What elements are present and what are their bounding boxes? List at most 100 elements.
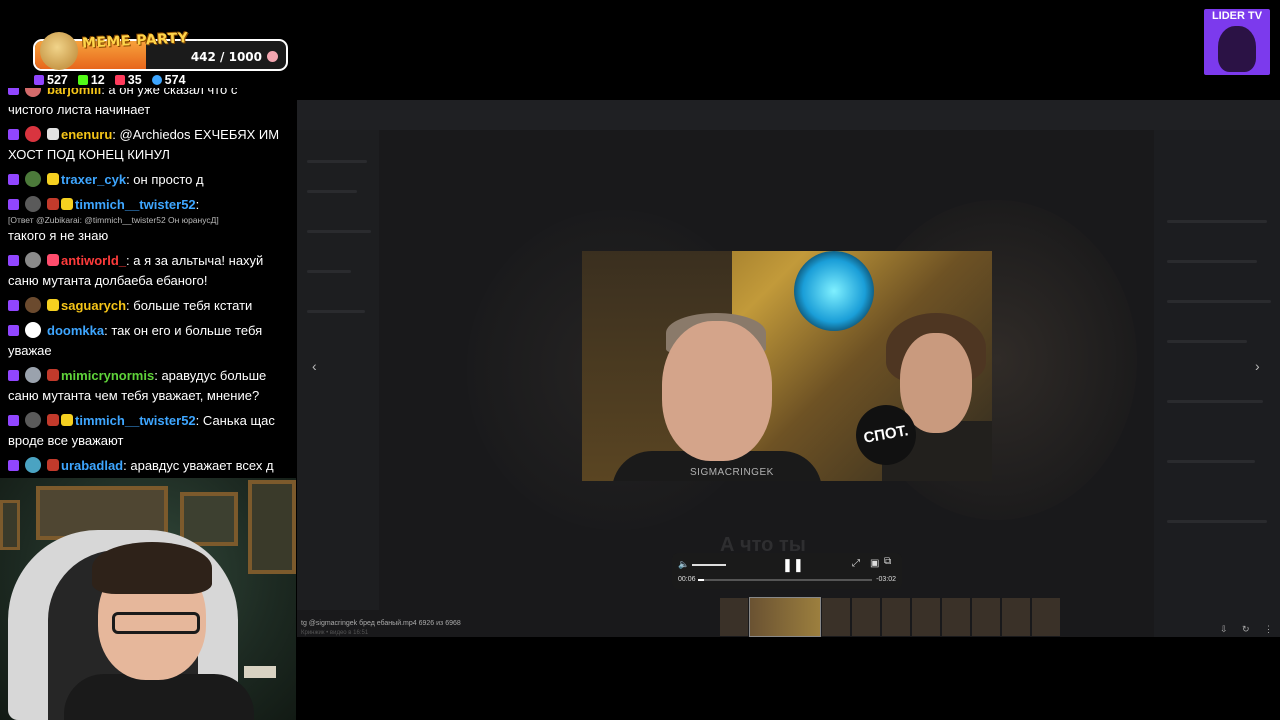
media-thumbnail-strip bbox=[720, 597, 1060, 637]
twitch-icon bbox=[8, 415, 19, 426]
video-light-sign bbox=[794, 251, 874, 331]
placeholder-line bbox=[1167, 340, 1247, 343]
twitch-icon bbox=[8, 370, 19, 381]
chat-text: а он уже сказал что с bbox=[108, 88, 238, 97]
avatar bbox=[25, 126, 41, 142]
video-person-face bbox=[662, 321, 772, 461]
media-thumbnail[interactable] bbox=[1032, 598, 1060, 636]
stat-viewers-value: 574 bbox=[164, 73, 186, 87]
chat-username[interactable]: urabadlad bbox=[61, 458, 123, 473]
wall-painting bbox=[0, 500, 20, 550]
chat-reply-note: [Ответ @Zubikarai: @timmich__twister52 О… bbox=[8, 215, 219, 225]
stat-viewers: 574 bbox=[151, 72, 186, 88]
media-thumbnail[interactable] bbox=[720, 598, 748, 636]
rotate-icon[interactable]: ↻ bbox=[1242, 624, 1250, 635]
avatar bbox=[25, 322, 41, 338]
twitch-icon bbox=[8, 460, 19, 471]
chat-username[interactable]: mimicrynormis bbox=[61, 368, 154, 383]
chat-username[interactable]: timmich__twister52 bbox=[75, 197, 196, 212]
chat-message: timmich__twister52: Санька щас вроде все… bbox=[8, 412, 275, 448]
twitch-icon bbox=[8, 88, 19, 95]
picture-in-picture-icon[interactable]: ▣ bbox=[870, 558, 879, 569]
media-file-caption: tg @sigmacringek бред ебаный.mp4 6926 из… bbox=[301, 620, 461, 627]
media-thumbnail[interactable] bbox=[1002, 598, 1030, 636]
placeholder-line bbox=[1167, 520, 1267, 523]
fullscreen-icon[interactable]: ⤢ bbox=[852, 558, 860, 569]
media-thumbnail[interactable] bbox=[942, 598, 970, 636]
more-icon[interactable]: ⋮ bbox=[1264, 624, 1273, 635]
pause-button[interactable]: ❚❚ bbox=[782, 557, 804, 573]
video-watermark: SIGMACRINGEK bbox=[690, 467, 774, 478]
avatar bbox=[25, 196, 41, 212]
glasses-icon bbox=[112, 612, 200, 634]
chat-message: traxer_cyk: он просто д bbox=[0, 168, 296, 193]
chat-username[interactable]: traxer_cyk bbox=[61, 172, 126, 187]
media-thumbnail[interactable] bbox=[822, 598, 850, 636]
chat-message: urabadlad: аравдус уважает всех д bbox=[0, 454, 296, 478]
video-frame[interactable]: СПОТ. SIGMACRINGEK bbox=[582, 251, 992, 481]
viewers-icon bbox=[151, 75, 162, 85]
channel-logo-text: LIDER TV bbox=[1211, 10, 1263, 22]
twitch-icon bbox=[8, 325, 19, 336]
prev-media-chevron-icon[interactable]: ‹ bbox=[312, 358, 317, 374]
chat-message: mimicrynormis: аравудус больше саню мута… bbox=[8, 367, 267, 403]
twitch-icon bbox=[8, 174, 19, 185]
chat-username[interactable]: saguarych bbox=[61, 298, 126, 313]
avatar bbox=[25, 88, 41, 97]
volume-slider[interactable] bbox=[692, 564, 726, 566]
chat-text: больше тебя кстати bbox=[133, 298, 253, 313]
media-thumbnail[interactable] bbox=[972, 598, 1000, 636]
chat-username[interactable]: doomkka bbox=[47, 323, 104, 338]
download-icon[interactable]: ⇩ bbox=[1220, 624, 1228, 635]
webcam-feed bbox=[0, 478, 296, 720]
chat-username[interactable]: enenuru bbox=[61, 127, 112, 142]
seek-bar[interactable] bbox=[698, 579, 872, 581]
placeholder-line bbox=[1167, 220, 1267, 223]
stat-kick: 12 bbox=[77, 72, 105, 88]
media-thumbnail[interactable] bbox=[852, 598, 880, 636]
chat-username[interactable]: timmich__twister52 bbox=[75, 413, 196, 428]
next-media-chevron-icon[interactable]: › bbox=[1255, 358, 1260, 374]
twitch-icon bbox=[34, 75, 44, 85]
media-thumbnail[interactable] bbox=[882, 598, 910, 636]
meme-party-count: 442 / 1000 bbox=[190, 50, 262, 64]
badge-icon bbox=[61, 414, 73, 426]
twitch-icon bbox=[8, 129, 19, 140]
placeholder-line bbox=[307, 190, 357, 193]
viewer-stats: 527 12 35 574 bbox=[34, 72, 186, 88]
placeholder-line bbox=[307, 230, 371, 233]
seek-bar-fill bbox=[698, 579, 704, 581]
avatar bbox=[25, 171, 41, 187]
badge-icon bbox=[47, 414, 59, 426]
badge-icon bbox=[47, 128, 59, 140]
media-thumbnail[interactable] bbox=[912, 598, 940, 636]
app-titlebar bbox=[297, 100, 1280, 130]
remaining-time: -03:02 bbox=[876, 576, 896, 583]
placeholder-line bbox=[307, 270, 351, 273]
media-thumbnail[interactable] bbox=[749, 597, 821, 637]
volume-icon[interactable]: 🔈 bbox=[678, 559, 689, 569]
chat-username[interactable]: barjomiii bbox=[47, 88, 101, 97]
badge-icon bbox=[61, 198, 73, 210]
placeholder-line bbox=[1167, 260, 1257, 263]
chat-text: он просто д bbox=[133, 172, 204, 187]
chat-message: timmich__twister52: bbox=[0, 193, 296, 215]
pig-icon bbox=[267, 51, 278, 62]
stat-twitch-value: 527 bbox=[47, 73, 68, 87]
avatar bbox=[25, 297, 41, 313]
chat-message: enenuru: @Archiedos ЕХЧЕБЯХ ИМ ХОСТ ПОД … bbox=[8, 126, 280, 162]
chat-messages: barjomiii: а он уже сказал что с чистого… bbox=[0, 88, 296, 478]
avatar bbox=[25, 412, 41, 428]
avatar bbox=[25, 252, 41, 268]
chat-username[interactable]: antiworld_ bbox=[61, 253, 126, 268]
stat-vk-value: 35 bbox=[127, 73, 142, 87]
chat-panel[interactable]: barjomiii: а он уже сказал что с чистого… bbox=[0, 88, 296, 478]
video-player-controls: 🔈 ❚❚ ⤢ ▣ ⧉ 00:06 -03:02 bbox=[672, 553, 902, 589]
twitch-icon bbox=[8, 255, 19, 266]
placeholder-line bbox=[307, 160, 367, 163]
popout-icon[interactable]: ⧉ bbox=[884, 556, 891, 567]
stat-twitch: 527 bbox=[34, 72, 68, 88]
chat-message: doomkka: так он его и больше тебя уважае bbox=[8, 322, 263, 358]
twitch-icon bbox=[8, 199, 19, 210]
channel-logo: LIDER TV bbox=[1204, 9, 1270, 75]
